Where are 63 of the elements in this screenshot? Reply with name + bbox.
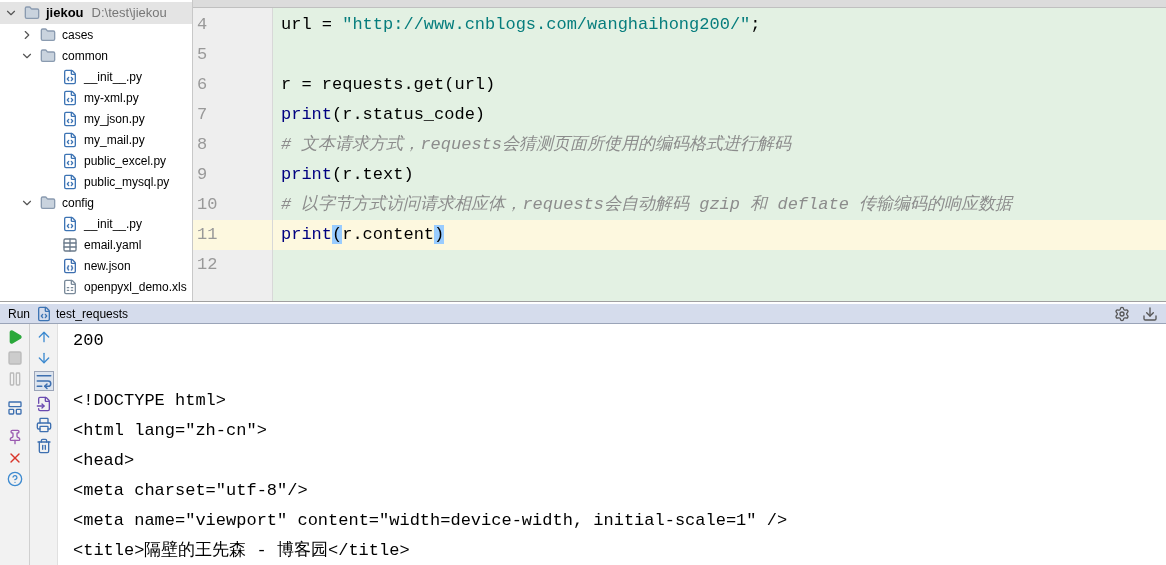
spreadsheet-file-icon [62,278,78,295]
code-line: print(r.status_code) [281,104,486,127]
output-line: 200 [73,330,104,353]
output-line: <html lang="zh-cn"> [73,420,267,443]
output-line: <head> [73,450,135,473]
python-file-icon [62,215,78,232]
folder-icon [24,5,40,21]
code-line: # 文本请求方式，requests会猜测页面所使用的编码格式进行解码 [281,133,792,157]
output-line: <!DOCTYPE html> [73,390,227,413]
line-number: 9 [197,164,208,187]
trash-icon[interactable] [35,438,52,454]
tree-item[interactable]: my-xml.py [84,88,139,107]
python-file-icon [62,68,78,85]
output-line: <meta name="viewport" content="width=device-width, initial-scale=1" /> [73,510,788,533]
run-label: Run [8,305,30,323]
line-number: 6 [197,74,208,97]
python-file-icon [62,173,78,190]
tree-item[interactable]: my_json.py [84,109,145,128]
python-file-icon [62,152,78,169]
python-file-icon [36,305,52,322]
code-line: r = requests.get(url) [281,74,496,97]
line-number: 4 [197,14,208,37]
line-number: 10 [197,194,218,217]
output-line: <meta charset="utf-8"/> [73,480,308,503]
tree-item[interactable]: config [62,193,95,212]
tree-item[interactable]: public_excel.py [84,151,167,170]
tree-item[interactable]: openpyxl_demo.xls [84,277,187,296]
settings-icon[interactable] [1114,305,1130,322]
tree-item[interactable]: new.json [84,256,131,275]
folder-icon [40,26,56,43]
line-number: 7 [197,104,208,127]
project-path: D:\test\jiekou [91,4,167,23]
code-line: # 以字节方式访问请求相应体，requests会自动解码 gzip 和 deflate 传输编码的响应数据 [281,193,1013,217]
print-icon[interactable] [35,417,52,433]
tree-item[interactable]: email.yaml [84,235,142,254]
run-config-name[interactable]: test_requests [56,304,129,323]
line-number: 5 [197,44,208,67]
line-number: 8 [197,134,208,157]
line-number: 11 [197,224,218,247]
wrap-text-icon[interactable] [33,371,54,391]
folder-icon [40,47,56,64]
layout-icon[interactable] [6,400,23,416]
project-name[interactable]: jiekou [46,3,84,23]
tree-item[interactable]: __init__.py [84,214,143,233]
download-icon[interactable] [1142,305,1158,322]
python-file-icon [62,131,78,148]
help-icon[interactable] [6,471,23,487]
tree-item[interactable]: cases [62,25,94,44]
json-file-icon [62,257,78,274]
tree-item[interactable]: public_mysql.py [84,172,170,191]
code-line: url = "http://www.cnblogs.com/wanghaihong200/"; [281,14,761,37]
file-import-icon[interactable] [35,396,52,412]
tree-item[interactable]: __init__.py [84,67,143,86]
line-number: 12 [197,254,218,277]
tree-item[interactable]: common [62,46,108,65]
code-line: print(r.text) [281,164,414,187]
python-file-icon [62,110,78,127]
folder-icon [40,194,56,211]
tree-item[interactable]: my_mail.py [84,130,145,149]
output-line: <title>隔壁的王先森 - 博客园</title> [73,539,410,563]
table-file-icon [62,236,78,253]
python-file-icon [62,89,78,106]
code-line: print(r.content) [281,224,445,247]
